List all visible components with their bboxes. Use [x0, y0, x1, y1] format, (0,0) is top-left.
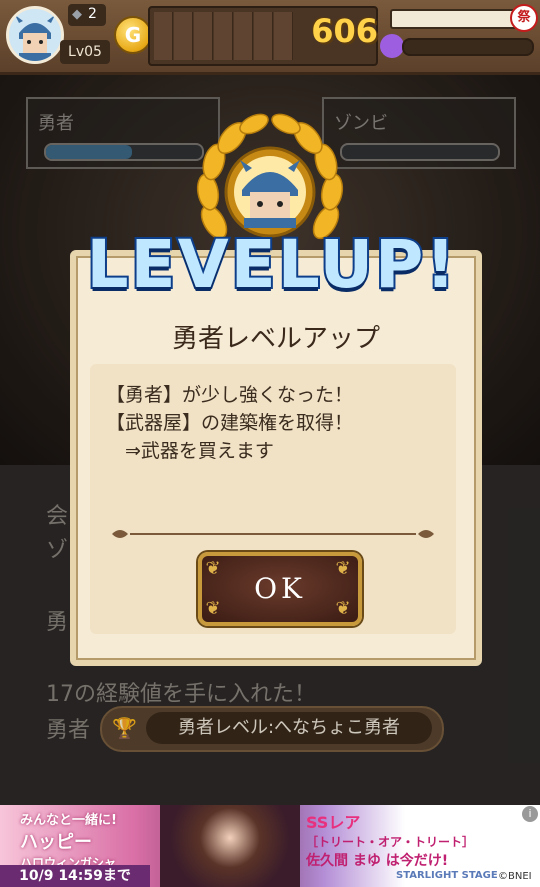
flourish-icon: ❦	[205, 598, 225, 619]
levelup-dialog: 勇者レベルアップ 【勇者】が少し強くなった！ 【武器屋】の建築権を取得！ ⇒武器…	[70, 250, 482, 666]
gem-count: 2	[88, 6, 97, 22]
ad-line: ［トリート・オア・トリート］	[306, 835, 475, 849]
ad-copyright: ©BNEI	[498, 871, 532, 882]
counter-slot	[214, 12, 233, 60]
demon-gauge	[402, 38, 534, 56]
ad-line: みんなと一緒に!	[20, 813, 117, 828]
ad-banner[interactable]: みんなと一緒に! ハッピー ハロウィンガシャ 10/9 14:59まで SSレア…	[0, 805, 540, 887]
player-level: Lv05	[60, 40, 110, 64]
flourish-icon: ❦	[205, 558, 225, 579]
counter-slot	[154, 12, 173, 60]
levelup-banner: LEVELUP!	[84, 224, 458, 305]
ad-date: 10/9 14:59まで	[0, 865, 150, 887]
ornament-divider-icon	[112, 530, 434, 538]
ad-line: ハッピー	[20, 832, 92, 853]
counter-slot	[234, 12, 253, 60]
ok-label: OK	[254, 572, 306, 605]
counter-slot	[254, 12, 273, 60]
gem-counter: ◆ 2	[68, 4, 106, 26]
message-line: ⇒武器を買えます	[106, 440, 274, 462]
message-line: 【勇者】が少し強くなった！	[106, 384, 354, 406]
ad-line: 佐久間 まゆ は今だけ!	[306, 853, 449, 869]
flourish-icon: ❦	[335, 598, 355, 619]
festival-gauge	[390, 9, 520, 29]
counter-slot	[174, 12, 193, 60]
coin-count: 606	[311, 12, 378, 50]
gem-icon: ◆	[72, 7, 82, 22]
ad-info-icon[interactable]: i	[522, 806, 538, 822]
festival-icon[interactable]: 祭	[510, 4, 538, 32]
ad-line: SSレア	[306, 813, 361, 832]
player-avatar[interactable]	[6, 6, 64, 64]
counter-slot	[194, 12, 213, 60]
hero-face-icon	[9, 9, 61, 61]
dialog-title: 勇者レベルアップ	[171, 324, 380, 354]
ok-button[interactable]: ❦ ❦ ❦ ❦ OK	[198, 552, 362, 626]
counter-slot	[274, 12, 293, 60]
flourish-icon: ❦	[335, 558, 355, 579]
ad-character-image	[160, 805, 300, 887]
top-status-bar: ◆ 2 Lv05 G 606 祭	[0, 0, 540, 75]
demon-icon	[380, 34, 404, 58]
gold-coin-icon: G	[114, 16, 152, 54]
message-line: 【武器屋】の建築権を取得！	[106, 412, 354, 434]
ad-left-text: みんなと一緒に! ハッピー ハロウィンガシャ	[20, 809, 160, 871]
